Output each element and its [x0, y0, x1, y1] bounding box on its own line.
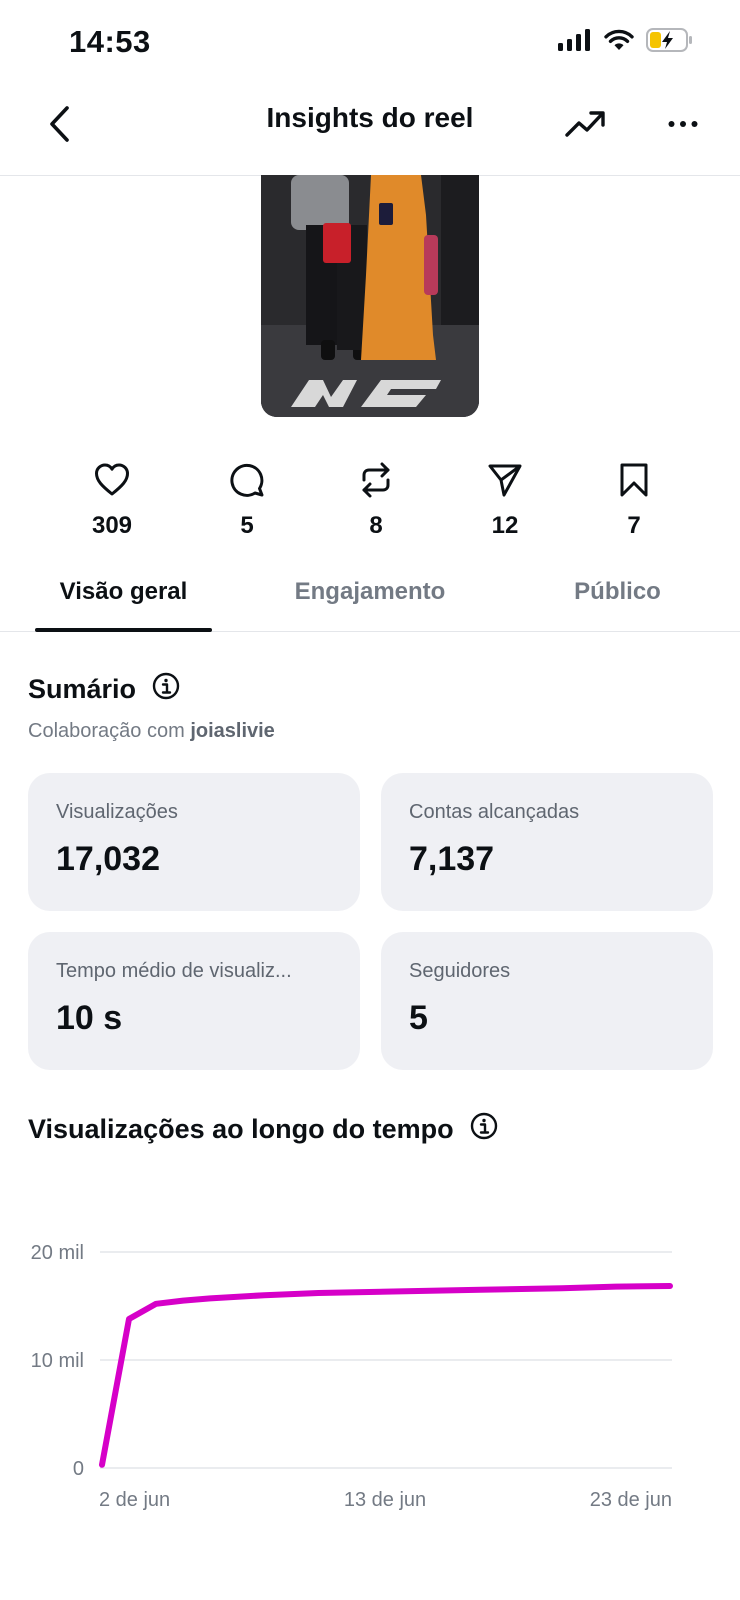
nav-bar: Insights do reel — [0, 84, 740, 176]
metric-card-followers[interactable]: Seguidores 5 — [381, 932, 713, 1070]
metric-label: Tempo médio de visualiz... — [56, 960, 292, 982]
metric-value: 17,032 — [56, 840, 160, 878]
y-tick-label: 10 mil — [31, 1350, 84, 1372]
likes-stat[interactable]: 309 — [52, 458, 172, 540]
metric-value: 10 s — [56, 999, 123, 1037]
summary-info-button[interactable] — [152, 672, 180, 707]
share-icon — [488, 464, 522, 497]
x-tick-label: 13 de jun — [344, 1489, 426, 1511]
y-tick-label: 20 mil — [31, 1242, 84, 1264]
collaboration-note: Colaboração com joiaslivie — [28, 720, 275, 743]
views-over-time-heading: Visualizações ao longo do tempo — [28, 1112, 498, 1147]
shares-count: 12 — [491, 512, 519, 539]
metric-value: 5 — [409, 999, 428, 1037]
cellular-signal-icon — [558, 28, 592, 56]
repost-icon — [362, 462, 390, 498]
status-icons — [558, 27, 694, 57]
wifi-icon — [604, 29, 634, 56]
info-icon — [470, 1112, 497, 1140]
tab-overview[interactable]: Visão geral — [35, 578, 212, 606]
metric-label: Visualizações — [56, 801, 178, 823]
info-icon — [152, 672, 180, 700]
views-over-time-chart: 20 mil 10 mil 0 2 de jun 13 de jun 23 de jun — [31, 1242, 673, 1511]
views-series-line — [99, 1283, 673, 1468]
reposts-stat[interactable]: 8 — [316, 458, 436, 540]
bookmark-icon — [620, 463, 648, 497]
tab-engagement[interactable]: Engajamento — [280, 578, 460, 606]
insights-tabs: Visão geral Engajamento Público — [0, 560, 740, 632]
reposts-count: 8 — [369, 512, 383, 539]
status-time: 14:53 — [69, 24, 151, 59]
insights-screen: 14:53 Insights do reel 309 5 8 12 7 Visã… — [0, 0, 740, 1600]
summary-title: Sumário — [28, 674, 137, 704]
x-tick-label: 2 de jun — [99, 1489, 170, 1511]
heart-icon — [95, 463, 129, 496]
y-tick-label: 0 — [73, 1458, 84, 1480]
more-options-button[interactable] — [661, 102, 705, 146]
reel-stats-row: 309 5 8 12 7 — [0, 458, 740, 548]
comments-stat[interactable]: 5 — [187, 458, 307, 540]
metric-card-avg-watch-time[interactable]: Tempo médio de visualiz... 10 s — [28, 932, 360, 1070]
battery-charging-icon — [646, 27, 694, 57]
comment-icon — [230, 463, 264, 497]
metric-value: 7,137 — [409, 840, 495, 878]
shares-stat[interactable]: 12 — [445, 458, 565, 540]
trending-up-icon — [565, 111, 605, 137]
trending-button[interactable] — [563, 102, 607, 146]
more-horizontal-icon — [668, 121, 698, 127]
status-bar: 14:53 — [0, 0, 740, 84]
summary-heading: Sumário — [28, 672, 180, 707]
metric-label: Seguidores — [409, 960, 511, 982]
collaborator-username[interactable]: joiaslivie — [190, 720, 275, 742]
likes-count: 309 — [91, 512, 133, 539]
reel-thumbnail[interactable] — [261, 175, 479, 417]
metric-card-accounts-reached[interactable]: Contas alcançadas 7,137 — [381, 773, 713, 911]
active-tab-indicator — [35, 628, 212, 632]
tab-audience[interactable]: Público — [550, 578, 685, 606]
comments-count: 5 — [240, 512, 254, 539]
collaboration-prefix: Colaboração com — [28, 720, 185, 742]
saves-stat[interactable]: 7 — [574, 458, 694, 540]
views-over-time-title: Visualizações ao longo do tempo — [28, 1114, 454, 1144]
saves-count: 7 — [627, 512, 641, 539]
page-title: Insights do reel — [266, 102, 474, 133]
x-tick-label: 23 de jun — [590, 1489, 672, 1511]
metric-card-views[interactable]: Visualizações 17,032 — [28, 773, 360, 911]
metric-label: Contas alcançadas — [409, 801, 580, 823]
views-over-time-info-button[interactable] — [470, 1112, 498, 1147]
